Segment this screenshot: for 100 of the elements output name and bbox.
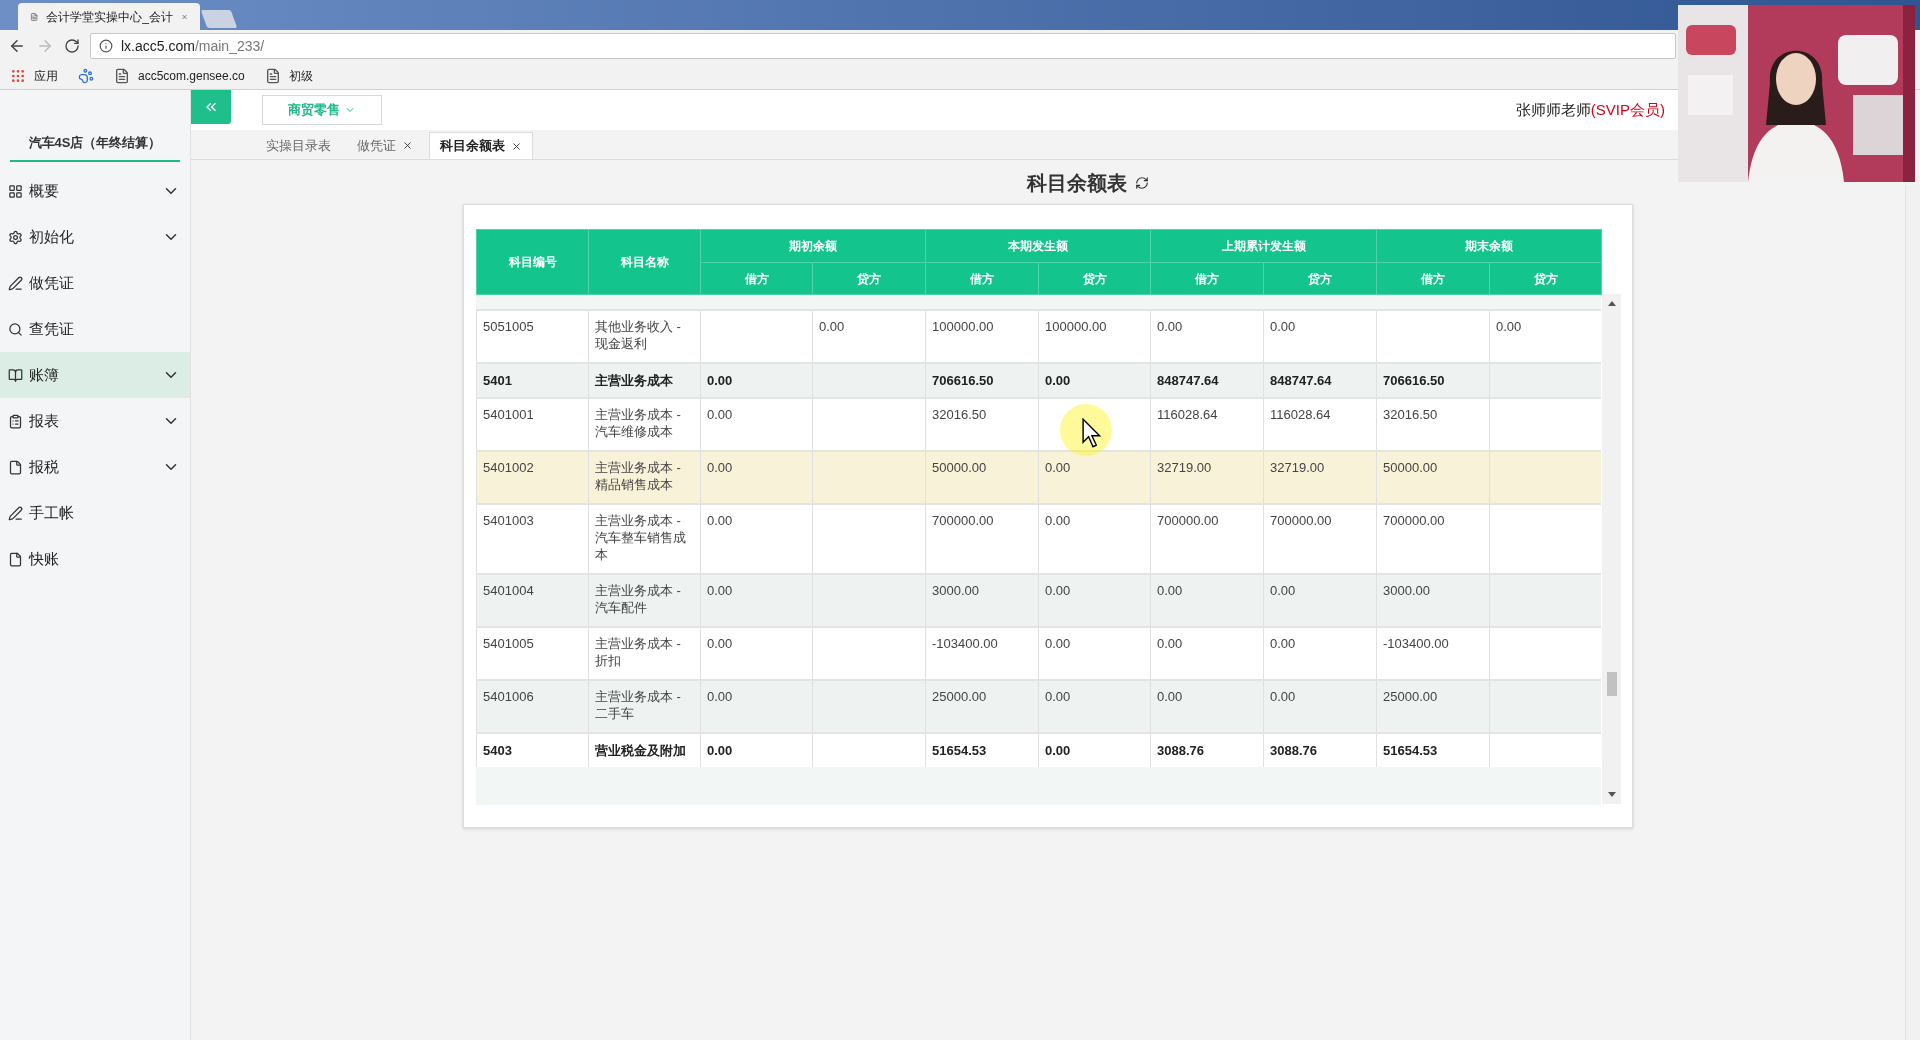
table-cell: 0.00 (1045, 513, 1071, 528)
table-cell: 100000.00 (932, 319, 994, 334)
table-cell: 0.00 (1270, 636, 1296, 651)
column-group-header: 期初余额 (700, 229, 926, 263)
table-cell: 0.00 (1157, 319, 1183, 334)
pen-icon (8, 275, 23, 291)
url-text: lx.acc5.com/main_233/ (121, 36, 265, 56)
info-icon[interactable] (99, 39, 113, 53)
page-tab[interactable]: 做凭证 (347, 132, 423, 159)
table-cell: 0.00 (1045, 636, 1071, 651)
sidebar-item[interactable]: 账簿 (0, 352, 190, 398)
table-cell: 706616.50 (932, 373, 994, 388)
column-header: 借方 (1150, 262, 1264, 295)
table-row[interactable]: 5051005 其他业务收入 - 现金返利 0.00 100000.00 100000.00 0.00 0.00 0.00 (476, 310, 1601, 363)
table-cell: 700000.00 (1157, 513, 1219, 528)
table-cell: 主营业务成本 - 汽车配件 (595, 583, 681, 615)
sidebar-item[interactable]: 初始化 (0, 214, 190, 260)
column-group-header: 本期发生额 (925, 229, 1151, 263)
table-cell: 50000.00 (1383, 460, 1438, 475)
table-cell: 0.00 (819, 319, 845, 334)
column-header: 贷方 (812, 262, 926, 295)
table-cell: 100000.00 (1045, 319, 1107, 334)
table-cell: 主营业务成本 - 二手车 (595, 689, 681, 721)
close-icon[interactable] (511, 140, 522, 152)
page-icon (264, 67, 281, 84)
close-icon[interactable] (402, 140, 413, 151)
table-cell: 0.00 (707, 460, 733, 475)
user-name: 张师师老师(SVIP会员) (1515, 99, 1665, 120)
sidebar-item[interactable]: 手工帐 (0, 490, 190, 536)
tab-title: 会计学堂实操中心_会计 (46, 8, 173, 26)
table-cell: 700000.00 (1270, 513, 1332, 528)
table-cell: 0.00 (1157, 689, 1183, 704)
table-cell: 848747.64 (1157, 373, 1219, 388)
company-name: 汽车4S店（年终结算） (28, 133, 162, 152)
table-cell: 0.00 (1045, 460, 1071, 475)
table-cell: 0.00 (707, 689, 733, 704)
table-row[interactable]: 5403 营业税金及附加 0.00 51654.53 0.00 3088.76 3088.76 51654.53 (476, 733, 1601, 767)
column-header: 贷方 (1263, 262, 1377, 295)
grid-icon (8, 183, 23, 199)
column-header: 借方 (1376, 262, 1490, 295)
table-cell: 116028.64 (1157, 407, 1218, 422)
table-cell: 3000.00 (1383, 583, 1430, 598)
search-icon (8, 321, 23, 337)
table-cell: 3000.00 (932, 583, 979, 598)
table-cell: 0.00 (1270, 583, 1296, 598)
table-row[interactable]: 5401006 主营业务成本 - 二手车 0.00 25000.00 0.00 0.00 0.00 25000.00 (476, 680, 1601, 733)
table-cell: 5051005 (483, 319, 534, 334)
table-cell: 营业税金及附加 (595, 743, 686, 758)
table-cell: 0.00 (707, 407, 733, 422)
table-cell: 其他业务收入 - 现金返利 (595, 319, 681, 351)
sidebar-item[interactable]: 报表 (0, 398, 190, 444)
table-row[interactable]: 5401001 主营业务成本 - 汽车维修成本 0.00 32016.50 116028.64 116028.64 32016.50 (476, 398, 1601, 451)
table-cell: 0.00 (1270, 689, 1296, 704)
table-cell: 5401001 (483, 407, 534, 422)
reload-icon[interactable] (64, 38, 80, 54)
table-cell: 25000.00 (1383, 689, 1438, 704)
sidebar-item[interactable]: 概要 (0, 168, 190, 214)
bookmark-link[interactable]: acc5com.gensee.co (138, 66, 245, 85)
book-icon (8, 367, 23, 383)
page-tab[interactable]: 科目余额表 (429, 132, 533, 159)
column-header: 借方 (925, 262, 1039, 295)
table-cell: 700000.00 (932, 513, 994, 528)
table-cell: 51654.53 (1383, 743, 1438, 758)
paw-icon (78, 67, 94, 84)
table-cell: 5401003 (483, 513, 534, 528)
list-icon (8, 413, 23, 429)
sidebar-item[interactable]: 做凭证 (0, 260, 190, 306)
table-cell: -103400.00 (932, 636, 998, 651)
browser-tab[interactable]: 会计学堂实操中心_会计 (18, 3, 200, 30)
sidebar-item[interactable]: 快账 (0, 536, 190, 582)
table-cell: 0.00 (1157, 583, 1183, 598)
table-cell: 主营业务成本 - 汽车整车销售成本 (595, 513, 686, 562)
table-cell: 0.00 (1496, 319, 1522, 334)
pen-icon (8, 505, 23, 521)
apps-icon (10, 67, 26, 84)
table-cell: 5401004 (483, 583, 534, 598)
scrollbar[interactable] (1602, 294, 1621, 804)
table-row[interactable]: 5401002 主营业务成本 - 精品销售成本 0.00 50000.00 0.00 32719.00 32719.00 50000.00 (476, 451, 1601, 504)
page-icon (114, 67, 130, 84)
table-row[interactable]: 5401005 主营业务成本 - 折扣 0.00 -103400.00 0.00 0.00 0.00 -103400.00 (476, 627, 1601, 680)
table-cell: 51654.53 (932, 743, 987, 758)
file-icon (8, 459, 23, 475)
table-cell: 116028.64 (1270, 407, 1331, 422)
sidebar-item[interactable]: 报税 (0, 444, 190, 490)
sidebar-item[interactable]: 查凭证 (0, 306, 190, 352)
page-title: 科目余额表 (1027, 171, 1127, 196)
back-icon[interactable] (8, 37, 26, 55)
table-row[interactable]: 5401 主营业务成本 0.00 706616.50 0.00 848747.64 848747.64 706616.50 (476, 363, 1601, 398)
page-tab[interactable]: 实操目录表 (256, 132, 341, 159)
refresh-icon[interactable] (1135, 176, 1149, 190)
bookmark-link[interactable]: 应用 (34, 66, 58, 85)
address-field[interactable]: lx.acc5.com/main_233/ (90, 33, 1676, 59)
table-cell: 32016.50 (932, 407, 987, 422)
bookmark-link[interactable]: 初级 (288, 66, 313, 85)
table-cell: 主营业务成本 - 精品销售成本 (595, 460, 681, 492)
table-cell: 0.00 (707, 513, 733, 528)
table-cell: 0.00 (1157, 636, 1183, 651)
table-cell: 主营业务成本 - 汽车维修成本 (595, 407, 681, 439)
table-row[interactable]: 5401004 主营业务成本 - 汽车配件 0.00 3000.00 0.00 0.00 0.00 3000.00 (476, 574, 1601, 627)
table-row[interactable]: 5401003 主营业务成本 - 汽车整车销售成本 0.00 700000.00 0.00 700000.00 700000.00 700000.00 (476, 504, 1601, 574)
